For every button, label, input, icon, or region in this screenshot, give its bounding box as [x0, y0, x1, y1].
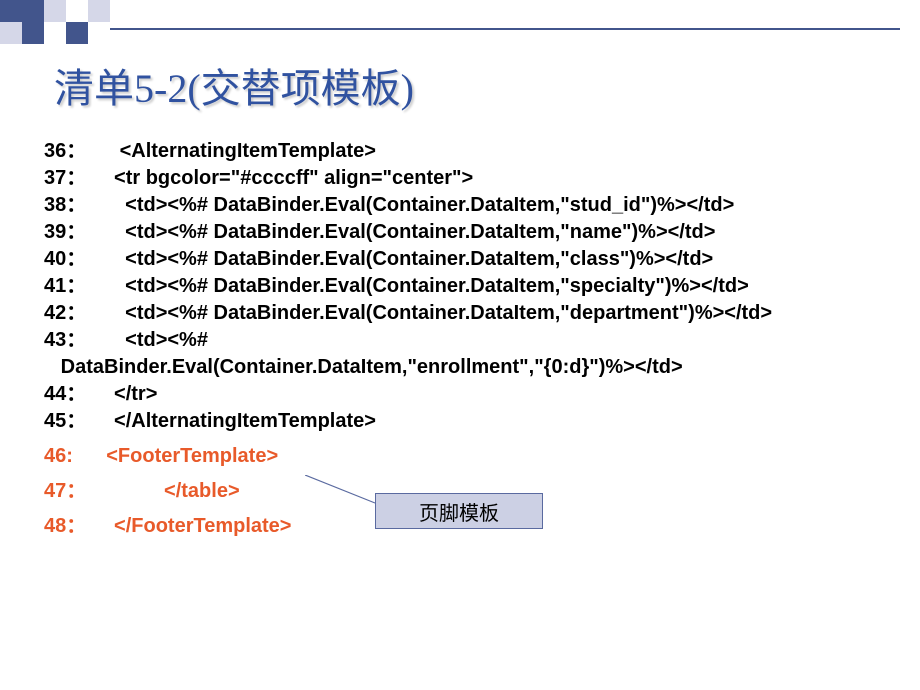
code-line: 40： <td><%# DataBinder.Eval(Container.Da… [44, 246, 900, 273]
header-rule [110, 28, 900, 30]
code-line: 44： </tr> [44, 381, 900, 408]
code-listing: 36： <AlternatingItemTemplate>37： <tr bgc… [44, 138, 900, 540]
callout-label: 页脚模板 [419, 497, 499, 526]
slide-title: 清单5-2(交替项模板) [54, 56, 414, 114]
callout-box: 页脚模板 [375, 493, 543, 529]
code-line: 41： <td><%# DataBinder.Eval(Container.Da… [44, 273, 900, 300]
code-line: 45： </AlternatingItemTemplate> [44, 408, 900, 435]
code-line: 42： <td><%# DataBinder.Eval(Container.Da… [44, 300, 900, 327]
code-line: 38： <td><%# DataBinder.Eval(Container.Da… [44, 192, 900, 219]
code-line: 36： <AlternatingItemTemplate> [44, 138, 900, 165]
code-line: DataBinder.Eval(Container.DataItem,"enro… [44, 354, 900, 381]
slide-top-decoration [0, 0, 920, 44]
code-line: 43： <td><%# [44, 327, 900, 354]
code-line: 46: <FooterTemplate> [44, 443, 900, 470]
code-line: 37： <tr bgcolor="#ccccff" align="center"… [44, 165, 900, 192]
code-line: 39： <td><%# DataBinder.Eval(Container.Da… [44, 219, 900, 246]
corner-squares [0, 0, 110, 22]
callout-connector [305, 475, 385, 515]
callout: 页脚模板 [305, 485, 565, 545]
